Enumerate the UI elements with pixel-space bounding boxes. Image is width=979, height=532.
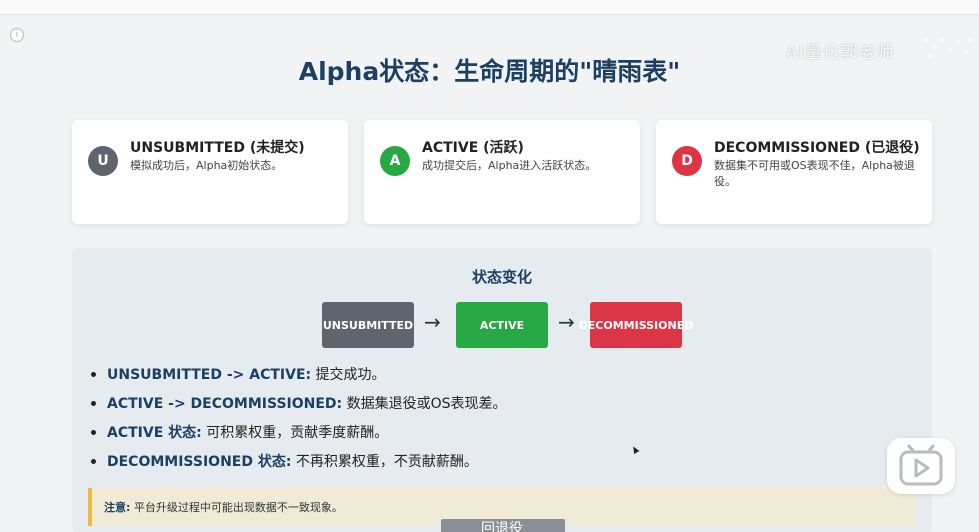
bottom-button[interactable]: 回退役 bbox=[441, 519, 565, 532]
transition-text: 提交成功。 bbox=[311, 367, 386, 383]
list-item: ACTIVE 状态: 可积累权重，贡献季度薪酬。 bbox=[90, 422, 507, 451]
badge-u-icon: U bbox=[88, 146, 118, 176]
transition-key: ACTIVE 状态: bbox=[107, 425, 202, 441]
card-title: UNSUBMITTED (未提交) bbox=[130, 140, 305, 156]
state-unsubmitted: UNSUBMITTED bbox=[322, 302, 414, 348]
transition-text: 数据集退役或OS表现差。 bbox=[342, 396, 507, 412]
page-title: Alpha状态：生命周期的"晴雨表" bbox=[298, 57, 681, 86]
transition-key: DECOMMISSIONED 状态: bbox=[107, 454, 292, 470]
browser-top-bar bbox=[0, 0, 979, 15]
play-button[interactable] bbox=[887, 438, 955, 494]
transition-text: 可积累权重，贡献季度薪酬。 bbox=[201, 425, 389, 441]
card-title: DECOMMISSIONED (已退役) bbox=[714, 140, 920, 156]
card-title: ACTIVE (活跃) bbox=[422, 140, 524, 156]
transition-key: UNSUBMITTED -> ACTIVE: bbox=[107, 367, 312, 383]
notice-label: 注意: bbox=[104, 501, 131, 514]
state-decommissioned: DECOMMISSIONED bbox=[579, 302, 693, 348]
card-unsubmitted: U UNSUBMITTED (未提交) 模拟成功后，Alpha初始状态。 bbox=[72, 120, 348, 224]
card-description: 模拟成功后，Alpha初始状态。 bbox=[130, 159, 283, 172]
card-description: 数据集不可用或OS表现不佳，Alpha被退役。 bbox=[714, 159, 915, 188]
list-item: ACTIVE -> DECOMMISSIONED: 数据集退役或OS表现差。 bbox=[90, 393, 507, 422]
card-description: 成功提交后，Alpha进入活跃状态。 bbox=[422, 159, 597, 172]
list-item: UNSUBMITTED -> ACTIVE: 提交成功。 bbox=[90, 364, 507, 393]
arrow-icon: → bbox=[424, 310, 441, 334]
list-item: DECOMMISSIONED 状态: 不再积累权重，不贡献薪酬。 bbox=[90, 451, 507, 480]
info-icon[interactable]: i bbox=[10, 28, 24, 42]
notice-text: 平台升级过程中可能出现数据不一致现象。 bbox=[130, 501, 343, 514]
transition-text: 不再积累权重，不贡献薪酬。 bbox=[291, 454, 478, 470]
card-decommissioned: D DECOMMISSIONED (已退役) 数据集不可用或OS表现不佳，Alp… bbox=[656, 120, 932, 224]
badge-a-icon: A bbox=[380, 146, 410, 176]
play-icon bbox=[899, 444, 943, 486]
badge-d-icon: D bbox=[672, 146, 702, 176]
state-change-panel: 状态变化 UNSUBMITTED → ACTIVE → DECOMMISSION… bbox=[72, 248, 932, 532]
transition-list: UNSUBMITTED -> ACTIVE: 提交成功。 ACTIVE -> D… bbox=[90, 364, 507, 480]
arrow-icon: → bbox=[558, 310, 575, 334]
panel-title: 状态变化 bbox=[471, 268, 532, 286]
transition-key: ACTIVE -> DECOMMISSIONED: bbox=[107, 396, 343, 412]
card-active: A ACTIVE (活跃) 成功提交后，Alpha进入活跃状态。 bbox=[364, 120, 640, 224]
state-active: ACTIVE bbox=[456, 302, 548, 348]
